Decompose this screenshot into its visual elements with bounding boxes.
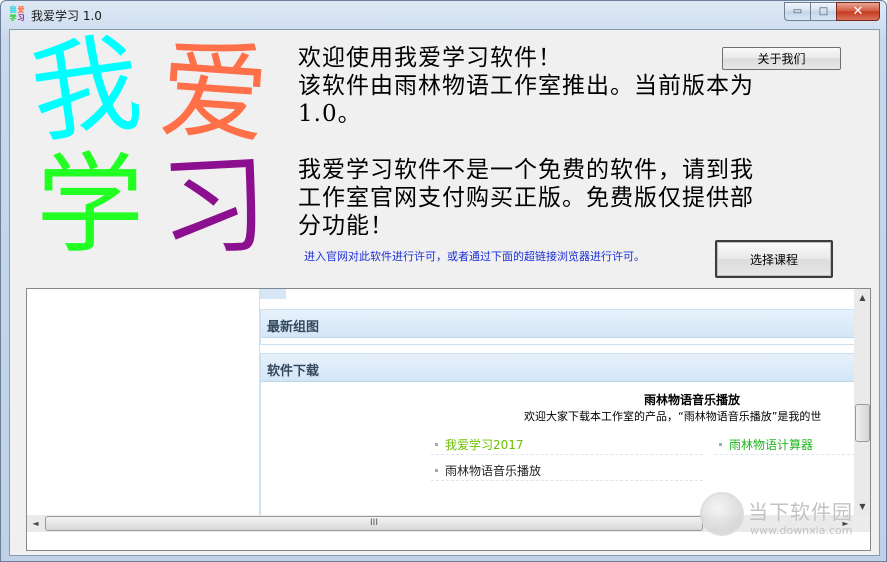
bullet-icon — [435, 468, 438, 472]
welcome-text: 欢迎使用我爱学习软件！ 该软件由雨林物语工作室推出。当前版本为 1.0。 我爱学… — [298, 44, 843, 240]
link-calculator[interactable]: 雨林物语计算器 — [717, 436, 813, 453]
window-title: 我爱学习 1.0 — [31, 9, 102, 23]
watermark-url: www.downxia.com — [750, 524, 853, 537]
watermark-name: 当下软件园 — [748, 500, 853, 524]
title-bar[interactable]: 我 爱 学 习 我爱学习 1.0 ▭ □ ✕ — [1, 1, 886, 29]
scroll-up-icon[interactable]: ▲ — [854, 289, 870, 306]
maximize-icon: □ — [818, 6, 829, 17]
divider — [431, 454, 703, 455]
download-section-title: 软件下载 — [261, 354, 854, 382]
bullet-icon — [719, 442, 722, 446]
watermark: 当下软件园 www.downxia.com — [700, 490, 875, 548]
logo-char-xue: 学 — [36, 143, 145, 268]
caption-buttons: ▭ □ ✕ — [784, 2, 880, 21]
divider — [715, 454, 855, 455]
minimize-button[interactable]: ▭ — [784, 2, 810, 21]
client-area: 我 爱 学 习 欢迎使用我爱学习软件！ 该软件由雨林物语工作室推出。当前版本为 … — [9, 20, 880, 556]
logo-char-wo: 我 — [23, 20, 149, 159]
app-window: 我 爱 学 习 我爱学习 1.0 ▭ □ ✕ 我 爱 学 习 欢迎使用我爱学习软… — [0, 0, 887, 562]
logo-char-ai: 爱 — [155, 27, 273, 160]
vertical-scrollbar[interactable]: ▲ ▼ — [854, 289, 870, 515]
app-icon: 我 爱 学 习 — [9, 6, 25, 22]
link-music-player[interactable]: 雨林物语音乐播放 — [433, 462, 541, 479]
download-item-description: 欢迎大家下载本工作室的产品，“雨林物语音乐播放”是我的世 — [524, 410, 822, 423]
license-hint: 进入官网对此软件进行许可，或者通过下面的超链接浏览器进行许可。 — [304, 250, 645, 263]
logo-char-xi: 习 — [156, 142, 272, 273]
news-section: 最新组图 — [260, 309, 855, 345]
bullet-icon — [435, 442, 438, 446]
minimize-icon: ▭ — [792, 6, 803, 17]
news-section-title: 最新组图 — [261, 310, 854, 338]
welcome-line: 分功能！ — [298, 213, 394, 239]
scroll-left-icon[interactable]: ◄ — [27, 515, 44, 532]
close-icon: ✕ — [852, 4, 864, 19]
about-us-button[interactable]: 关于我们 — [722, 47, 841, 70]
maximize-button[interactable]: □ — [810, 2, 836, 21]
link-woaixuexi-2017[interactable]: 我爱学习2017 — [433, 436, 524, 453]
vertical-scroll-thumb[interactable] — [855, 404, 870, 442]
welcome-line: 1.0。 — [298, 101, 362, 127]
welcome-line: 该软件由雨林物语工作室推出。当前版本为 — [298, 73, 754, 99]
section-stub — [260, 289, 286, 299]
choose-course-button[interactable]: 选择课程 — [715, 240, 833, 278]
welcome-line: 我爱学习软件不是一个免费的软件，请到我 — [298, 157, 754, 183]
horizontal-scroll-thumb[interactable]: III — [45, 516, 703, 531]
download-item-title: 雨林物语音乐播放 — [644, 393, 741, 407]
close-button[interactable]: ✕ — [836, 2, 880, 21]
welcome-line: 工作室官网支付购买正版。免费版仅提供部 — [298, 185, 754, 211]
watermark-logo-icon — [700, 492, 744, 536]
divider — [431, 480, 703, 481]
